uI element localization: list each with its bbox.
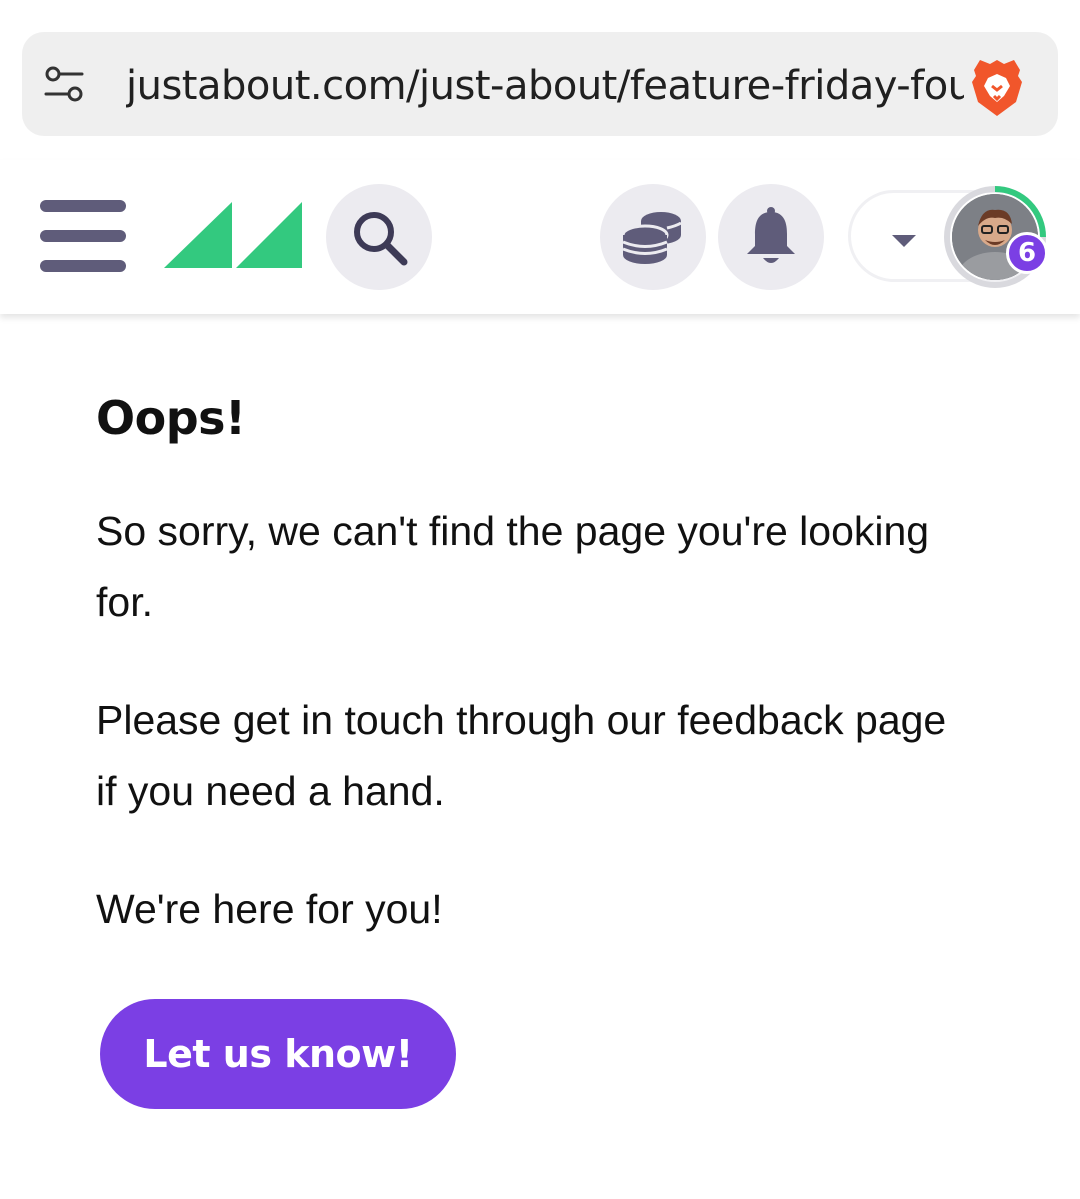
notifications-button[interactable] xyxy=(718,184,824,290)
caret-down-icon[interactable] xyxy=(890,232,918,250)
notification-count-badge: 6 xyxy=(1006,232,1048,274)
justabout-logo[interactable] xyxy=(164,202,304,272)
search-icon xyxy=(354,212,408,266)
help-message: Please get in touch through our feedback… xyxy=(96,697,947,814)
hamburger-icon[interactable] xyxy=(40,200,126,272)
avatar[interactable]: 6 xyxy=(942,184,1048,290)
brave-lion-icon[interactable] xyxy=(968,56,1026,120)
search-button[interactable] xyxy=(326,184,432,290)
site-header xyxy=(0,160,1080,314)
tune-icon[interactable] xyxy=(44,64,84,104)
page-title: Oops! xyxy=(96,391,246,445)
coins-button[interactable] xyxy=(600,184,706,290)
error-message: So sorry, we can't find the page you're … xyxy=(96,508,930,625)
bell-icon xyxy=(747,207,795,263)
address-bar[interactable]: justabout.com/just-about/feature-friday-… xyxy=(22,32,1058,136)
let-us-know-button[interactable]: Let us know! xyxy=(100,999,456,1109)
url-text[interactable]: justabout.com/just-about/feature-friday-… xyxy=(126,58,964,114)
coins-icon xyxy=(621,212,682,264)
support-message: We're here for you! xyxy=(96,886,443,932)
